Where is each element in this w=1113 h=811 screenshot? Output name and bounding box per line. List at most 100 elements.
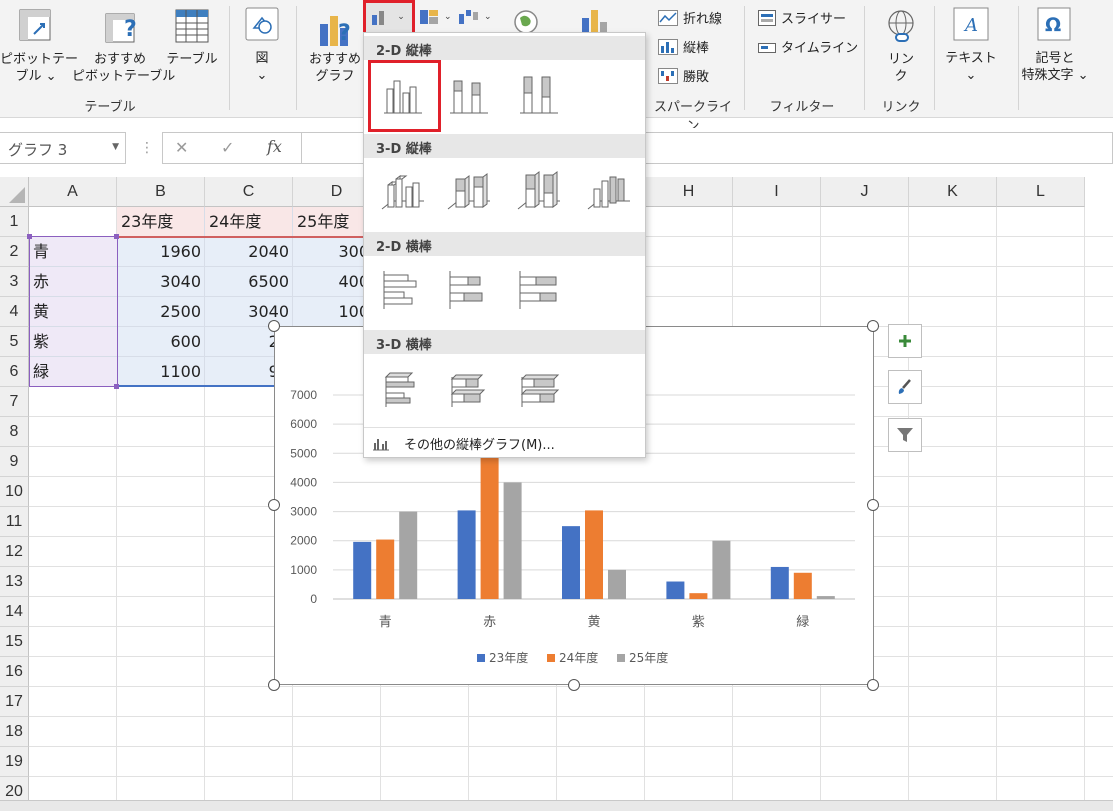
cell-d2[interactable]: 300	[293, 238, 373, 266]
row-header-19[interactable]: 19	[0, 747, 29, 777]
filter-icon	[897, 428, 913, 442]
row-header-13[interactable]: 13	[0, 567, 29, 597]
row-header-1[interactable]: 1	[0, 207, 29, 237]
column-header-a[interactable]: A	[29, 177, 117, 207]
column-header-i[interactable]: I	[733, 177, 821, 207]
row-header-17[interactable]: 17	[0, 687, 29, 717]
row-header-8[interactable]: 8	[0, 417, 29, 447]
name-box[interactable]: グラフ 3 ▼	[0, 132, 126, 164]
3d-stacked-bar-icon[interactable]	[444, 363, 494, 413]
text-button[interactable]: テキスト ⌄	[940, 50, 1002, 84]
sparkline-column-button[interactable]: 縦棒	[658, 37, 709, 56]
column-header-h[interactable]: H	[645, 177, 733, 207]
cell-a6[interactable]: 緑	[29, 358, 117, 386]
bar-0-0	[353, 541, 372, 599]
select-all-corner[interactable]	[0, 177, 29, 207]
cell-b3[interactable]: 3040	[117, 268, 205, 296]
y-tick-label: 6000	[290, 417, 317, 431]
row-header-6[interactable]: 6	[0, 357, 29, 387]
column-header-j[interactable]: J	[821, 177, 909, 207]
more-column-charts-item[interactable]: その他の縦棒グラフ(M)...	[364, 431, 645, 455]
row-header-7[interactable]: 7	[0, 387, 29, 417]
sparkline-line-button[interactable]: 折れ線	[658, 8, 722, 27]
3d-column-icon[interactable]	[584, 167, 634, 217]
cell-a4[interactable]: 黄	[29, 298, 117, 326]
sparkline-winloss-button[interactable]: 勝敗	[658, 66, 709, 85]
row-header-4[interactable]: 4	[0, 297, 29, 327]
resize-handle-tr[interactable]	[867, 320, 879, 332]
cancel-icon[interactable]: ✕	[175, 138, 188, 157]
cell-a3[interactable]: 赤	[29, 268, 117, 296]
row-header-18[interactable]: 18	[0, 717, 29, 747]
chevron-down-icon: ⌄	[444, 12, 452, 22]
pivot-table-button[interactable]: ピボットテー ブル ⌄	[0, 51, 78, 85]
row-header-11[interactable]: 11	[0, 507, 29, 537]
cell-b6[interactable]: 1100	[117, 358, 205, 386]
resize-handle-br[interactable]	[867, 679, 879, 691]
stacked-100-bar-icon[interactable]	[514, 265, 564, 315]
resize-handle-bl[interactable]	[268, 679, 280, 691]
cell-c3[interactable]: 6500	[205, 268, 293, 296]
chart-elements-button[interactable]	[888, 324, 922, 358]
illustrations-button[interactable]: 図 ⌄	[240, 50, 284, 84]
separator	[744, 6, 745, 110]
row-header-9[interactable]: 9	[0, 447, 29, 477]
recommended-pivot-icon: ?	[105, 13, 137, 43]
bar-2-0	[399, 511, 418, 599]
timeline-icon	[758, 42, 776, 53]
3d-stacked-100-bar-icon[interactable]	[514, 363, 564, 413]
column-header-k[interactable]: K	[909, 177, 997, 207]
stacked-column-icon[interactable]	[444, 69, 494, 119]
dropdown-arrow-icon[interactable]: ▼	[112, 142, 119, 152]
enter-icon[interactable]: ✓	[221, 138, 234, 157]
cell-c4[interactable]: 3040	[205, 298, 293, 326]
resize-handle-tl[interactable]	[268, 320, 280, 332]
cell-d3[interactable]: 400	[293, 268, 373, 296]
cell-b5[interactable]: 600	[117, 328, 205, 356]
resize-handle-bm[interactable]	[568, 679, 580, 691]
row-header-3[interactable]: 3	[0, 267, 29, 297]
row-header-15[interactable]: 15	[0, 627, 29, 657]
cell-d1[interactable]: 25年度	[293, 208, 365, 236]
cell-c1[interactable]: 24年度	[205, 208, 293, 236]
3d-stacked-100-column-icon[interactable]	[514, 167, 564, 217]
recommended-pivot-button[interactable]: おすすめ ピボットテーブル	[72, 51, 175, 85]
stacked-100-column-icon[interactable]	[514, 69, 564, 119]
table-button[interactable]: テーブル	[166, 51, 218, 68]
column-header-b[interactable]: B	[117, 177, 205, 207]
clustered-bar-icon[interactable]	[378, 265, 428, 315]
resize-handle-mr[interactable]	[867, 499, 879, 511]
waterfall-chart-button[interactable]: ⌄	[458, 6, 494, 28]
cell-a2[interactable]: 青	[29, 238, 117, 266]
stacked-bar-icon[interactable]	[444, 265, 494, 315]
3d-stacked-column-icon[interactable]	[444, 167, 494, 217]
cell-b1[interactable]: 23年度	[117, 208, 205, 236]
symbols-button[interactable]: 記号と 特殊文字 ⌄	[1014, 50, 1096, 84]
insert-function-icon[interactable]: fx	[267, 137, 282, 156]
row-header-16[interactable]: 16	[0, 657, 29, 687]
column-header-c[interactable]: C	[205, 177, 293, 207]
timeline-button[interactable]: タイムライン	[758, 37, 858, 56]
link-button[interactable]: リン ク	[880, 51, 922, 85]
row-header-2[interactable]: 2	[0, 237, 29, 267]
row-header-12[interactable]: 12	[0, 537, 29, 567]
row-header-5[interactable]: 5	[0, 327, 29, 357]
cell-b4[interactable]: 2500	[117, 298, 205, 326]
cell-d4[interactable]: 100	[293, 298, 373, 326]
row-header-14[interactable]: 14	[0, 597, 29, 627]
recommended-chart-button[interactable]: おすすめ グラフ	[304, 51, 366, 85]
cell-a5[interactable]: 紫	[29, 328, 117, 356]
chart-styles-button[interactable]	[888, 370, 922, 404]
3d-clustered-column-icon[interactable]	[378, 167, 428, 217]
chart-filters-button[interactable]	[888, 418, 922, 452]
cell-c2[interactable]: 2040	[205, 238, 293, 266]
slicer-button[interactable]: スライサー	[758, 8, 846, 27]
3d-clustered-bar-icon[interactable]	[378, 363, 428, 413]
table-icon	[175, 9, 209, 43]
cell-b2[interactable]: 1960	[117, 238, 205, 266]
column-header-l[interactable]: L	[997, 177, 1085, 207]
bar-chart-button[interactable]: ⌄	[418, 6, 452, 28]
formula-buttons: ✕ ✓ fx	[162, 132, 302, 164]
resize-handle-ml[interactable]	[268, 499, 280, 511]
row-header-10[interactable]: 10	[0, 477, 29, 507]
